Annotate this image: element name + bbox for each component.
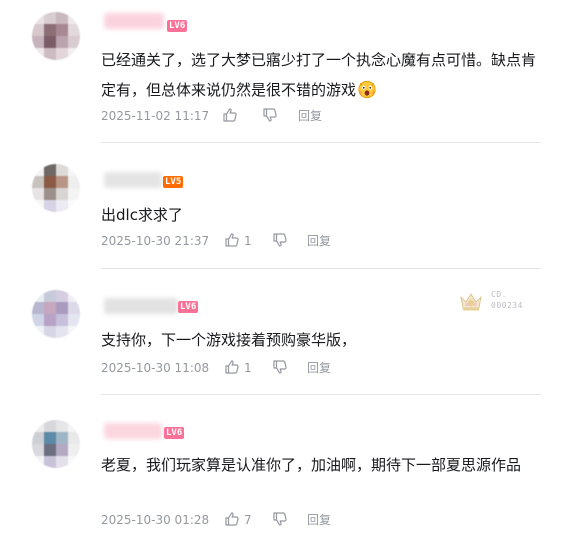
comment-meta: 2025-10-30 21:37 1 回复 (101, 233, 541, 249)
crown-icon (460, 293, 482, 311)
comment-time: 2025-10-30 01:28 (101, 513, 210, 527)
comment-text-body: 老夏，我们玩家算是认准你了，加油啊，期待下一部夏思源作品 (101, 456, 522, 474)
thumbs-up-icon[interactable] (224, 232, 240, 248)
reply-button[interactable]: 回复 (307, 360, 331, 376)
username[interactable] (104, 172, 162, 188)
divider (101, 268, 541, 269)
level-badge: LV6 (164, 427, 185, 439)
like-count: 1 (244, 361, 252, 375)
comment-text-body: 已经通关了，选了大梦已寤少打了一个执念心魔有点可惜。缺点肯定有，但总体来说仍然是… (101, 51, 537, 99)
like-count: 7 (244, 513, 252, 527)
comment-meta: 2025-10-30 01:28 7 回复 (101, 512, 541, 528)
comment-time: 2025-11-02 11:17 (101, 109, 210, 123)
comment-text: 支持你，下一个游戏接着预购豪华版， (101, 325, 541, 355)
level-badge: LV6 (167, 20, 188, 32)
level-badge: LV6 (178, 301, 199, 313)
comment-text-body: 出dlc求求了 (101, 206, 183, 224)
comment-meta: 2025-10-30 11:08 1 回复 (101, 360, 541, 376)
thumbs-up-icon[interactable] (222, 107, 238, 123)
reply-button[interactable]: 回复 (307, 512, 331, 528)
avatar[interactable] (32, 12, 80, 60)
reply-button[interactable]: 回复 (298, 108, 322, 124)
thumbs-down-icon[interactable] (262, 107, 278, 123)
avatar[interactable] (32, 420, 80, 468)
thumbs-up-icon[interactable] (224, 511, 240, 527)
comment-text: 出dlc求求了 (101, 200, 541, 230)
comment-text: 已经通关了，选了大梦已寤少打了一个执念心魔有点可惜。缺点肯定有，但总体来说仍然是… (101, 45, 541, 105)
surprised-face-emoji (358, 80, 376, 99)
avatar[interactable] (32, 290, 80, 338)
level-badge: LV5 (163, 176, 184, 188)
comment-text: 老夏，我们玩家算是认准你了，加油啊，期待下一部夏思源作品 (101, 450, 541, 480)
avatar[interactable] (32, 164, 80, 212)
comment-meta: 2025-11-02 11:17 回复 (101, 108, 541, 124)
divider (101, 394, 541, 395)
thumbs-down-icon[interactable] (272, 511, 288, 527)
reply-button[interactable]: 回复 (307, 233, 331, 249)
divider (101, 142, 541, 143)
comment-text-body: 支持你，下一个游戏接着预购豪华版， (101, 331, 357, 349)
comment-time: 2025-10-30 21:37 (101, 234, 210, 248)
username[interactable] (104, 298, 178, 314)
fan-badge-number: 000234 (491, 301, 523, 310)
thumbs-up-icon[interactable] (224, 359, 240, 375)
fan-badge: CD. 000234 (458, 290, 538, 314)
thumbs-down-icon[interactable] (272, 232, 288, 248)
comment-time: 2025-10-30 11:08 (101, 361, 210, 375)
like-count: 1 (244, 234, 252, 248)
username[interactable] (104, 423, 162, 439)
thumbs-down-icon[interactable] (272, 359, 288, 375)
fan-badge-name: CD. (491, 290, 507, 299)
username[interactable] (104, 13, 164, 29)
